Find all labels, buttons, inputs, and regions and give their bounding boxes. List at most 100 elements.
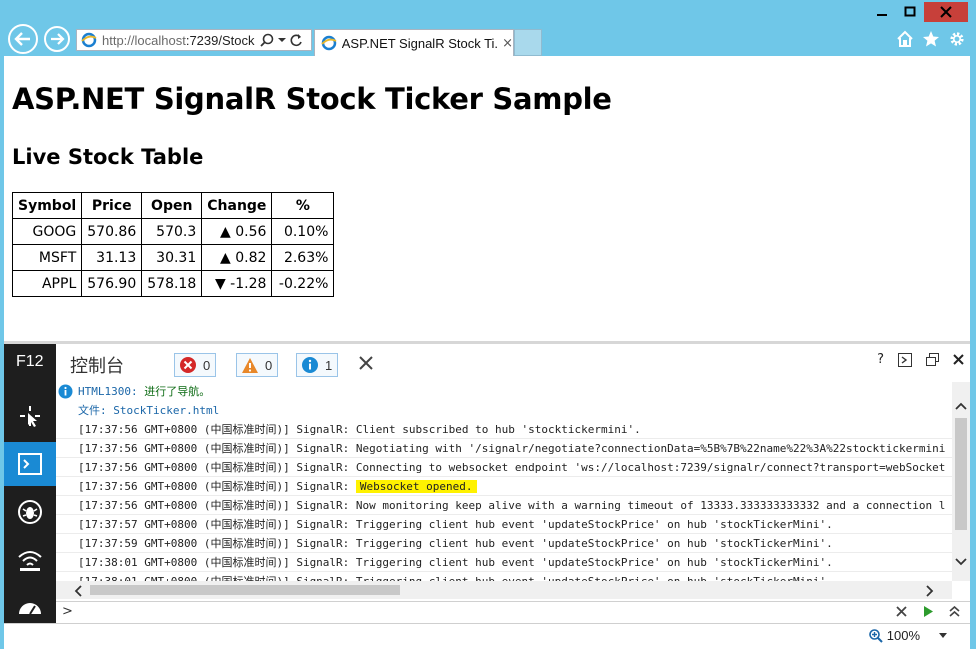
- log-line: [17:37:56 GMT+0800 (中国标准时间)] SignalR: We…: [56, 477, 952, 496]
- log-line: [17:38:01 GMT+0800 (中国标准时间)] SignalR: Tr…: [56, 572, 952, 581]
- info-text: 进行了导航。: [137, 385, 211, 398]
- forward-button[interactable]: [44, 26, 70, 52]
- zoom-level: 100%: [886, 628, 920, 643]
- dock-console-icon[interactable]: [898, 352, 912, 367]
- cell-open: 578.18: [141, 270, 203, 297]
- console-title: 控制台: [70, 356, 124, 377]
- maximize-button[interactable]: [896, 2, 924, 22]
- log-info-file[interactable]: 文件: StockTicker.html: [56, 401, 952, 420]
- network-tool[interactable]: [4, 538, 56, 582]
- debugger-tool[interactable]: [4, 490, 56, 534]
- ie-favicon-icon: [321, 35, 337, 51]
- help-button[interactable]: ?: [877, 352, 884, 367]
- chevron-down-icon[interactable]: [938, 632, 948, 640]
- devtools-window-controls: ?: [877, 352, 964, 367]
- expand-input-icon[interactable]: [949, 606, 960, 617]
- bug-icon: [18, 500, 42, 524]
- info-count: 1: [325, 357, 333, 373]
- arrow-right-icon: [51, 33, 65, 45]
- table-header-row: Symbol Price Open Change %: [11, 192, 335, 219]
- scrollbar-thumb[interactable]: [90, 585, 400, 595]
- f12-devtools-panel: F12 控制台 0 0 1 ? HTML1300: 进行了导航。 文件: Sto…: [4, 341, 970, 623]
- browser-toolbar-icons: [896, 30, 966, 48]
- ie-favicon-icon: [81, 32, 97, 48]
- console-input-actions: [896, 606, 960, 617]
- cell-symbol: APPL: [11, 270, 83, 297]
- log-line: [17:37:56 GMT+0800 (中国标准时间)] SignalR: Ne…: [56, 439, 952, 458]
- dom-explorer-tool[interactable]: [4, 394, 56, 438]
- close-window-button[interactable]: [924, 2, 968, 22]
- console-prompt: >: [62, 604, 73, 619]
- console-icon: [18, 453, 42, 475]
- log-line: [17:38:01 GMT+0800 (中国标准时间)] SignalR: Tr…: [56, 553, 952, 572]
- cell-open: 30.31: [141, 244, 203, 271]
- back-button[interactable]: [8, 24, 38, 54]
- table-row: APPL 576.90 578.18 ▼ -1.28 -0.22%: [11, 270, 335, 297]
- console-vertical-scrollbar[interactable]: [952, 382, 970, 581]
- chevron-left-icon[interactable]: [74, 585, 82, 597]
- close-devtools-icon[interactable]: [953, 354, 964, 365]
- console-horizontal-scrollbar[interactable]: [56, 581, 952, 599]
- minimize-button[interactable]: [868, 2, 896, 22]
- browser-chrome: http://localhost:7239/Stock ASP.NET Sign…: [0, 0, 976, 56]
- info-filter-button[interactable]: 1: [296, 353, 338, 377]
- tab-stock-ticker[interactable]: ASP.NET SignalR Stock Ti... ×: [314, 29, 514, 56]
- info-code: HTML1300:: [78, 385, 138, 398]
- column-header-symbol: Symbol: [11, 192, 83, 219]
- refresh-icon[interactable]: [290, 33, 303, 47]
- zoom-icon: [868, 628, 883, 643]
- tab-close-button[interactable]: ×: [502, 36, 513, 51]
- cell-percent: 2.63%: [271, 244, 335, 271]
- column-header-open: Open: [141, 192, 203, 219]
- console-input-bar[interactable]: >: [56, 601, 970, 623]
- gauge-icon: [19, 602, 41, 615]
- run-icon[interactable]: [923, 606, 933, 617]
- cell-change: ▼ -1.28: [201, 270, 273, 297]
- log-line: [17:37:57 GMT+0800 (中国标准时间)] SignalR: Tr…: [56, 515, 952, 534]
- cell-change: ▲ 0.82: [201, 244, 273, 271]
- favorites-star-icon[interactable]: [922, 30, 940, 48]
- cell-change: ▲ 0.56: [201, 218, 273, 245]
- close-icon: [940, 6, 952, 18]
- devtools-sidebar: F12: [4, 344, 56, 623]
- select-element-icon: [20, 406, 40, 427]
- info-file-link[interactable]: 文件: StockTicker.html: [78, 404, 219, 417]
- console-tool[interactable]: [4, 442, 56, 486]
- address-bar[interactable]: http://localhost:7239/Stock: [76, 29, 312, 51]
- zoom-control[interactable]: 100%: [868, 628, 948, 643]
- warning-filter-button[interactable]: 0: [236, 353, 278, 377]
- f12-label: F12: [16, 353, 44, 370]
- info-icon: [58, 384, 73, 399]
- table-row: GOOG 570.86 570.3 ▲ 0.56 0.10%: [11, 218, 335, 245]
- table-row: MSFT 31.13 30.31 ▲ 0.82 2.63%: [11, 244, 335, 271]
- performance-tool[interactable]: [4, 588, 56, 623]
- new-tab-button[interactable]: [514, 29, 542, 56]
- chevron-down-icon[interactable]: [278, 36, 286, 44]
- warning-icon: [242, 357, 258, 373]
- maximize-icon: [904, 6, 916, 17]
- chevron-down-icon[interactable]: [955, 558, 967, 566]
- search-icon[interactable]: [260, 33, 274, 47]
- log-prefix: [17:37:56 GMT+0800 (中国标准时间)] SignalR:: [78, 480, 356, 493]
- error-count: 0: [203, 357, 211, 373]
- cell-price: 570.86: [81, 218, 143, 245]
- undock-icon[interactable]: [926, 353, 939, 366]
- section-title: Live Stock Table: [12, 145, 204, 169]
- arrow-left-icon: [14, 32, 30, 46]
- log-line: [17:37:59 GMT+0800 (中国标准时间)] SignalR: Tr…: [56, 534, 952, 553]
- log-line: [17:37:56 GMT+0800 (中国标准时间)] SignalR: Cl…: [56, 420, 952, 439]
- gear-icon[interactable]: [948, 30, 966, 48]
- chevron-up-icon[interactable]: [955, 402, 967, 410]
- clear-console-icon[interactable]: [358, 355, 374, 371]
- scrollbar-thumb[interactable]: [955, 418, 967, 530]
- column-header-price: Price: [81, 192, 143, 219]
- error-filter-button[interactable]: 0: [174, 353, 216, 377]
- minimize-icon: [877, 14, 887, 16]
- cell-open: 570.3: [141, 218, 203, 245]
- error-icon: [180, 357, 196, 373]
- chevron-right-icon[interactable]: [926, 585, 934, 597]
- address-url: http://localhost:7239/Stock: [102, 33, 258, 48]
- home-icon[interactable]: [896, 30, 914, 48]
- clear-input-icon[interactable]: [896, 606, 907, 617]
- status-bar: 100%: [4, 623, 970, 649]
